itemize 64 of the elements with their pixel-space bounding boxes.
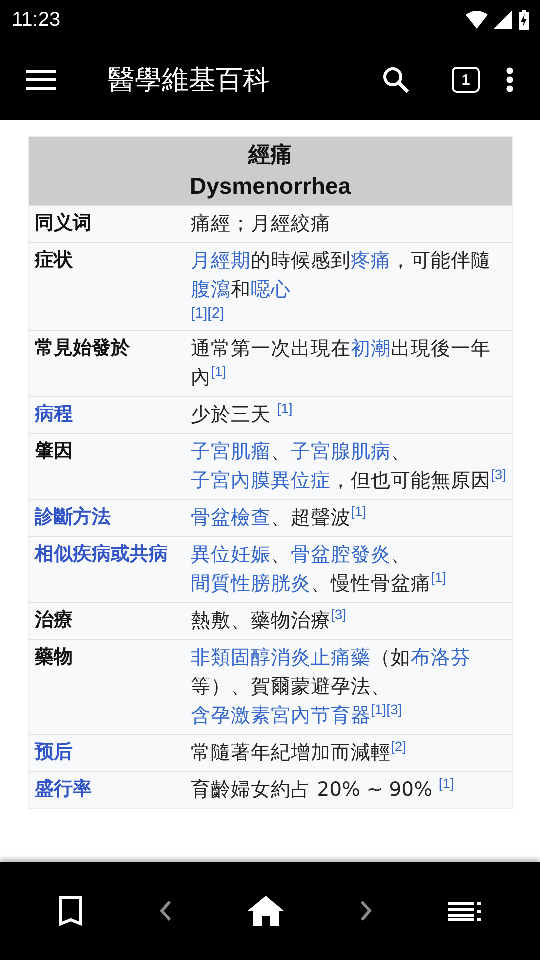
row-label: 同义词 <box>35 211 93 236</box>
article-link[interactable]: 疼痛 <box>351 249 391 272</box>
row-value: 骨盆檢查、超聲波$^{[1]}$ <box>191 503 368 531</box>
reference-link[interactable]: [3] <box>491 466 507 482</box>
article-link[interactable]: 非類固醇消炎止痛藥 <box>191 646 371 669</box>
label-link[interactable]: 病程 <box>35 400 191 429</box>
row-value: 通常第一次出現在初潮出現後一年內$^{[1]}$ <box>191 336 492 391</box>
contents-list-icon <box>448 901 482 921</box>
tab-count-button[interactable]: 1 <box>452 67 480 93</box>
row-value: 非類固醇消炎止痛藥（如布洛芬 等）、賀爾蒙避孕法、 含孕激素宮內节育器$^{[1][3]}$ <box>191 645 472 729</box>
row-value: 育齡婦女約占 20% ~ 90% $^{[1]}$ <box>191 775 456 803</box>
menu-button[interactable] <box>26 69 56 91</box>
infobox-subtitle: Dysmenorrhea <box>190 172 352 201</box>
reference-link[interactable]: [1] <box>431 570 447 586</box>
app-title: 醫學維基百科 <box>108 64 271 98</box>
article-link[interactable]: 噁心 <box>251 278 291 301</box>
wifi-icon <box>466 11 488 29</box>
contents-button[interactable] <box>448 901 482 921</box>
row-label: 治療 <box>35 608 74 633</box>
bookmark-icon <box>58 895 84 927</box>
article-link[interactable]: 子宮肌瘤 <box>191 440 271 463</box>
label-link[interactable]: 相似疾病或共病 <box>35 540 191 598</box>
label-link[interactable]: 预后 <box>35 738 191 767</box>
battery-icon <box>518 10 530 30</box>
article-link[interactable]: 子宮內膜異位症 <box>191 469 331 492</box>
article-link[interactable]: 初潮 <box>351 337 391 360</box>
reference-link[interactable]: [1] <box>277 400 293 416</box>
reference-link[interactable]: [1] <box>438 776 454 792</box>
row-value: 異位妊娠、骨盆腔發炎、 間質性膀胱炎、慢性骨盆痛$^{[1]}$ <box>191 542 448 597</box>
article-link[interactable]: 間質性膀胱炎 <box>191 572 311 595</box>
row-label: 肇因 <box>35 439 74 464</box>
row-value: 痛經；月經絞痛 <box>191 211 332 237</box>
article-link[interactable]: 月經期 <box>191 249 251 272</box>
label-link[interactable]: 盛行率 <box>35 775 191 804</box>
row-label: 常見始發於 <box>35 336 131 361</box>
reference-link[interactable]: [3] <box>331 606 347 622</box>
article-link[interactable]: 異位妊娠 <box>191 543 271 566</box>
home-icon <box>248 896 284 926</box>
article-link[interactable]: 含孕激素宮內节育器 <box>191 704 371 727</box>
reference-link[interactable]: [2] <box>391 738 407 754</box>
reference-link[interactable]: [1] <box>351 504 367 520</box>
bookmark-button[interactable] <box>58 895 84 927</box>
home-button[interactable] <box>248 896 284 926</box>
infobox-title: 經痛 <box>248 142 292 170</box>
article-link[interactable]: 骨盆檢查 <box>191 506 271 529</box>
row-value: 子宮肌瘤、子宮腺肌病、 子宮內膜異位症，但也可能無原因$^{[3]}$ <box>191 439 507 494</box>
reference-link[interactable]: [1][2] <box>191 304 507 324</box>
clock: 11:23 <box>12 8 61 32</box>
label-link[interactable]: 診斷方法 <box>35 503 191 532</box>
search-button[interactable] <box>382 66 410 94</box>
row-label: 藥物 <box>35 645 74 670</box>
row-value: 常隨著年紀增加而減輕$^{[2]}$ <box>191 738 408 766</box>
more-options-button[interactable] <box>506 67 514 93</box>
reference-link[interactable]: [1] <box>211 364 227 380</box>
row-value: 少於三天 $^{[1]}$ <box>191 400 294 428</box>
article-link[interactable]: 子宮腺肌病 <box>291 440 391 463</box>
row-value: 月經期的時候感到疼痛，可能伴隨 腹瀉和噁心 [1][2] <box>191 246 507 326</box>
row-label: 症状 <box>35 248 74 273</box>
signal-icon <box>494 11 512 29</box>
article-link[interactable]: 骨盆腔發炎 <box>291 543 391 566</box>
article-link[interactable]: 腹瀉 <box>191 278 231 301</box>
row-value: 熱敷、藥物治療$^{[3]}$ <box>191 606 348 634</box>
article-link[interactable]: 布洛芬 <box>411 646 471 669</box>
reference-link[interactable]: [1][3] <box>371 702 402 718</box>
